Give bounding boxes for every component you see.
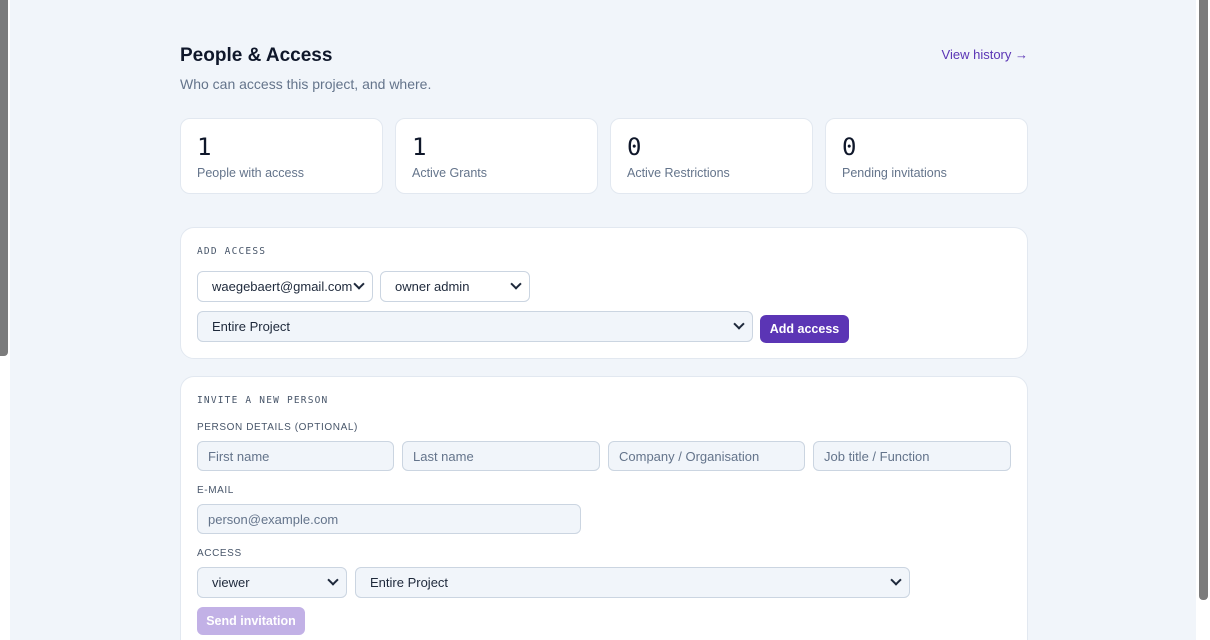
chevron-down-icon (890, 574, 902, 586)
scope-select-value: Entire Project (212, 319, 291, 334)
invite-role-select-value: viewer (212, 575, 250, 590)
stat-value: 0 (627, 133, 642, 161)
invite-scope-select-value: Entire Project (370, 575, 449, 590)
invite-role-select[interactable]: viewer (197, 567, 347, 598)
add-access-button[interactable]: Add access (760, 315, 849, 343)
page-scrollbar[interactable] (1196, 0, 1210, 640)
stat-card-people: 1 People with access (180, 118, 383, 194)
send-invitation-button[interactable]: Send invitation (197, 607, 305, 635)
email-label: E-MAIL (197, 485, 234, 496)
page-subtitle: Who can access this project, and where. (180, 76, 432, 92)
chevron-down-icon (353, 278, 365, 290)
invite-heading: INVITE A NEW PERSON (197, 395, 329, 406)
left-scrollbar[interactable] (0, 0, 10, 640)
role-select[interactable]: owner admin (380, 271, 530, 302)
stat-value: 1 (197, 133, 212, 161)
company-input[interactable] (608, 441, 805, 471)
left-scrollbar-thumb[interactable] (0, 0, 8, 356)
page-title: People & Access (180, 45, 333, 66)
person-select-value: waegebaert@gmail.com (212, 279, 353, 294)
page-scrollbar-thumb[interactable] (1199, 0, 1208, 600)
scope-select[interactable]: Entire Project (197, 311, 753, 342)
stat-label: Active Restrictions (627, 166, 730, 180)
role-select-value: owner admin (395, 279, 470, 294)
stat-label: People with access (197, 166, 305, 180)
job-title-input[interactable] (813, 441, 1011, 471)
chevron-down-icon (733, 318, 745, 330)
stat-label: Active Grants (412, 166, 488, 180)
stat-value: 0 (842, 133, 857, 161)
person-details-label: PERSON DETAILS (OPTIONAL) (197, 422, 358, 433)
stat-label: Pending invitations (842, 166, 947, 180)
invite-panel: INVITE A NEW PERSON PERSON DETAILS (OPTI… (180, 376, 1028, 640)
access-label: ACCESS (197, 548, 242, 559)
person-select[interactable]: waegebaert@gmail.com (197, 271, 373, 302)
last-name-input[interactable] (402, 441, 600, 471)
page-header: People & Access Who can access this proj… (180, 0, 1028, 118)
add-access-heading: ADD ACCESS (197, 246, 267, 257)
invite-scope-select[interactable]: Entire Project (355, 567, 910, 598)
stat-card-restrictions: 0 Active Restrictions (610, 118, 813, 194)
add-access-panel: ADD ACCESS waegebaert@gmail.com owner ad… (180, 227, 1028, 359)
first-name-input[interactable] (197, 441, 394, 471)
stat-card-grants: 1 Active Grants (395, 118, 598, 194)
people-access-page: People & Access Who can access this proj… (180, 0, 1028, 640)
chevron-down-icon (510, 278, 522, 290)
stat-value: 1 (412, 133, 427, 161)
view-history-link[interactable]: View history → (942, 47, 1028, 62)
email-input[interactable] (197, 504, 581, 534)
stats-row: 1 People with access 1 Active Grants 0 A… (180, 118, 1028, 194)
stat-card-invitations: 0 Pending invitations (825, 118, 1028, 194)
chevron-down-icon (327, 574, 339, 586)
